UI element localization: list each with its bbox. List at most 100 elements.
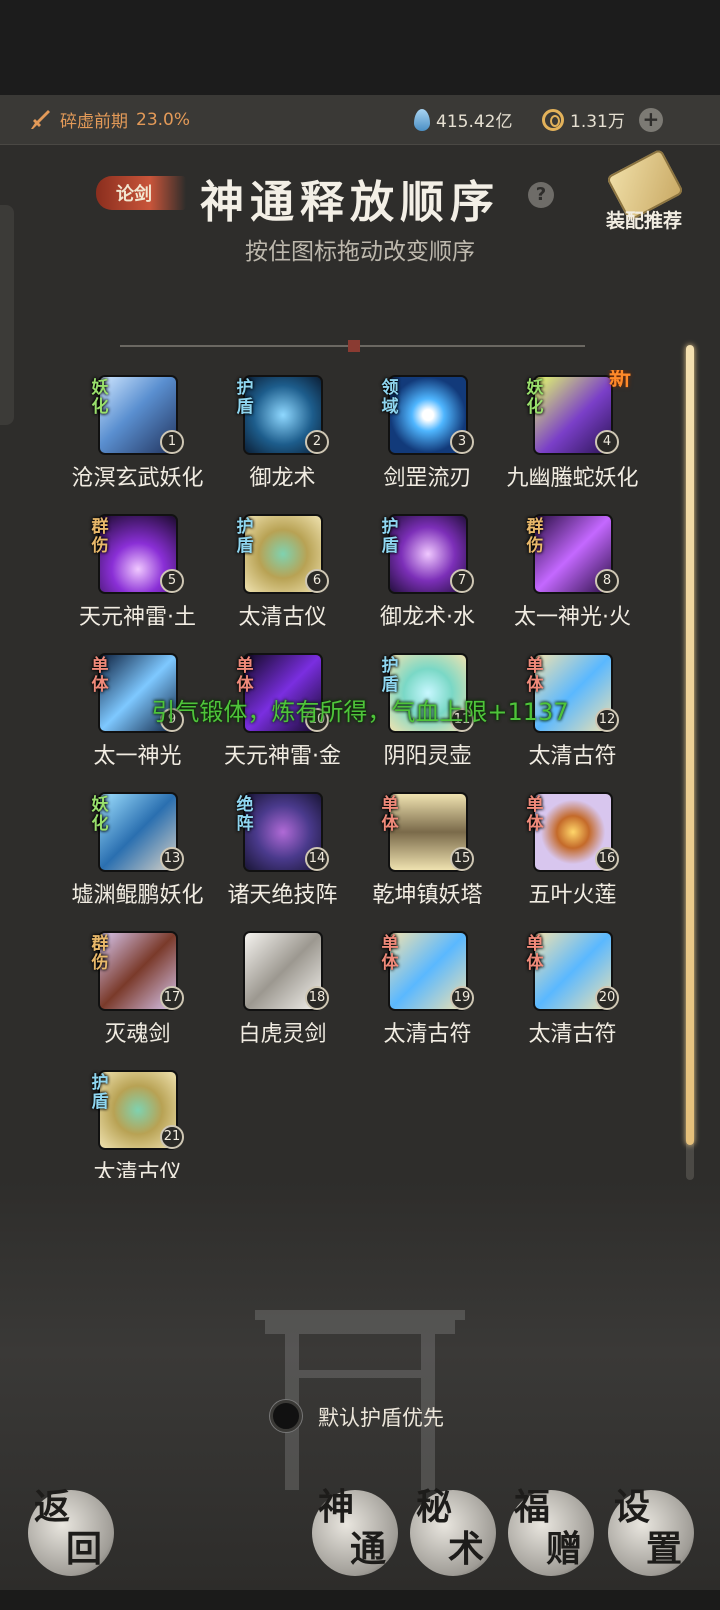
skill-item[interactable]: 单体 20 太清古符: [495, 926, 640, 1056]
nav-gift-button[interactable]: 福 赠: [508, 1486, 594, 1576]
coin-icon: [542, 108, 564, 131]
help-icon[interactable]: ?: [528, 182, 554, 208]
coin-value: 1.31万: [570, 112, 625, 132]
nav-secret-button[interactable]: 秘 术: [410, 1486, 496, 1576]
skill-item[interactable]: 单体 16 五叶火莲: [495, 787, 640, 917]
skill-item[interactable]: 群伤 5 天元神雷·土: [70, 509, 205, 639]
page-subtitle: 按住图标拖动改变顺序: [245, 239, 475, 265]
skill-name: 天元神雷·金: [224, 744, 341, 769]
spirit-stone-value: 415.42亿: [436, 112, 513, 132]
skill-item[interactable]: 领域 3 剑罡流刃: [350, 370, 495, 500]
order-number-badge: 2: [305, 430, 329, 454]
skill-type-tag: 单体: [377, 795, 398, 833]
skill-item[interactable]: 护盾 21 太清古仪: [70, 1065, 205, 1178]
skill-name: 阴阳灵壶: [383, 744, 472, 769]
skill-name: 乾坤镇妖塔: [372, 883, 483, 908]
scroll-thumb[interactable]: [686, 345, 694, 1145]
skill-type-tag: 妖化: [87, 795, 108, 833]
recommend-button[interactable]: 装配推荐: [606, 206, 682, 233]
realm-info: 碎虚前期 23.0%: [28, 107, 190, 132]
skill-type-tag: 群伤: [522, 517, 543, 555]
order-number-badge: 20: [595, 986, 619, 1010]
skill-name: 白虎灵剑: [238, 1022, 327, 1047]
skill-name: 御龙术·水: [380, 605, 475, 630]
skill-item[interactable]: 护盾 2 御龙术: [205, 370, 350, 500]
back-button[interactable]: 返 回: [28, 1486, 114, 1576]
order-number-badge: 16: [595, 847, 619, 871]
skill-type-tag: 护盾: [377, 517, 398, 555]
order-number-badge: 17: [160, 986, 184, 1010]
skill-name: 剑罡流刃: [383, 466, 472, 491]
skill-name: 诸天绝技阵: [227, 883, 338, 908]
sword-icon: [28, 108, 52, 132]
nav-skill-button[interactable]: 神 通: [312, 1486, 398, 1576]
skill-type-tag: 护盾: [232, 378, 253, 416]
skill-name: 太一神光: [93, 744, 182, 769]
skill-item[interactable]: 单体 19 太清古符: [350, 926, 495, 1056]
toast-message: 引气锻体，炼有所得，气血上限+1137: [151, 698, 569, 726]
skill-name: 太清古符: [383, 1022, 472, 1047]
skill-item[interactable]: 绝阵 14 诸天绝技阵: [205, 787, 350, 917]
order-number-badge: 21: [160, 1125, 184, 1149]
order-number-badge: 5: [160, 569, 184, 593]
skill-item[interactable]: 群伤 17 灭魂剑: [70, 926, 205, 1056]
skill-item[interactable]: 18 白虎灵剑: [205, 926, 350, 1056]
skill-type-tag: 护盾: [87, 1073, 108, 1111]
skill-type-tag: 单体: [377, 934, 398, 972]
shield-priority-toggle[interactable]: [270, 1400, 302, 1432]
skill-item[interactable]: 护盾 6 太清古仪: [205, 509, 350, 639]
skill-type-tag: 妖化: [87, 378, 108, 416]
new-badge: 新: [609, 370, 632, 391]
skill-type-tag: 护盾: [232, 517, 253, 555]
scrollbar[interactable]: [686, 345, 694, 1180]
add-currency-button[interactable]: +: [638, 107, 663, 132]
order-number-badge: 18: [305, 986, 329, 1010]
realm-percent: 23.0%: [136, 109, 191, 130]
skill-name: 御龙术: [249, 466, 316, 491]
nav-settings-button[interactable]: 设 置: [608, 1486, 694, 1576]
skill-item[interactable]: 单体 15 乾坤镇妖塔: [350, 787, 495, 917]
skill-name: 墟渊鲲鹏妖化: [71, 883, 204, 908]
water-drop-icon: [414, 108, 430, 131]
mode-badge: 论剑: [96, 176, 186, 210]
order-number-badge: 19: [450, 986, 474, 1010]
realm-label: 碎虚前期: [60, 112, 128, 132]
order-number-badge: 3: [450, 430, 474, 454]
coin-counter: 1.31万 +: [542, 107, 663, 132]
order-number-badge: 7: [450, 569, 474, 593]
skill-type-tag: 单体: [522, 934, 543, 972]
spirit-stone-counter: 415.42亿: [414, 107, 512, 132]
order-number-badge: 13: [160, 847, 184, 871]
skill-name: 太清古仪: [238, 605, 327, 630]
status-bar: 碎虚前期 23.0% 415.42亿 1.31万 +: [0, 95, 720, 145]
skill-name: 太一神光·火: [514, 605, 631, 630]
skill-name: 太清古符: [528, 1022, 617, 1047]
skill-item[interactable]: 妖化 13 墟渊鲲鹏妖化: [70, 787, 205, 917]
skill-name: 灭魂剑: [104, 1022, 171, 1047]
shield-priority-label: 默认护盾优先: [318, 1406, 444, 1430]
skill-type-tag: 绝阵: [232, 795, 253, 833]
skill-type-tag: 群伤: [87, 934, 108, 972]
skill-name: 太清古符: [528, 744, 617, 769]
order-number-badge: 1: [160, 430, 184, 454]
skill-type-tag: 领域: [377, 378, 398, 416]
skill-item[interactable]: 护盾 7 御龙术·水: [350, 509, 495, 639]
order-number-badge: 15: [450, 847, 474, 871]
skill-name: 九幽螣蛇妖化: [506, 466, 639, 491]
skill-item[interactable]: 妖化 新 4 九幽螣蛇妖化: [495, 370, 640, 500]
skill-name: 沧溟玄武妖化: [71, 466, 204, 491]
order-number-badge: 6: [305, 569, 329, 593]
skill-type-tag: 群伤: [87, 517, 108, 555]
skill-name: 五叶火莲: [528, 883, 617, 908]
top-wave-pattern: [0, 0, 720, 95]
skill-type-tag: 单体: [522, 795, 543, 833]
order-number-badge: 8: [595, 569, 619, 593]
divider-marker: [348, 340, 360, 352]
skill-item[interactable]: 群伤 8 太一神光·火: [495, 509, 640, 639]
order-number-badge: 4: [595, 430, 619, 454]
skill-item[interactable]: 妖化 1 沧溟玄武妖化: [70, 370, 205, 500]
skill-name: 天元神雷·土: [79, 605, 196, 630]
skill-name: 太清古仪: [93, 1161, 182, 1178]
skill-type-tag: 妖化: [522, 378, 543, 416]
gate-silhouette: [255, 1310, 465, 1490]
